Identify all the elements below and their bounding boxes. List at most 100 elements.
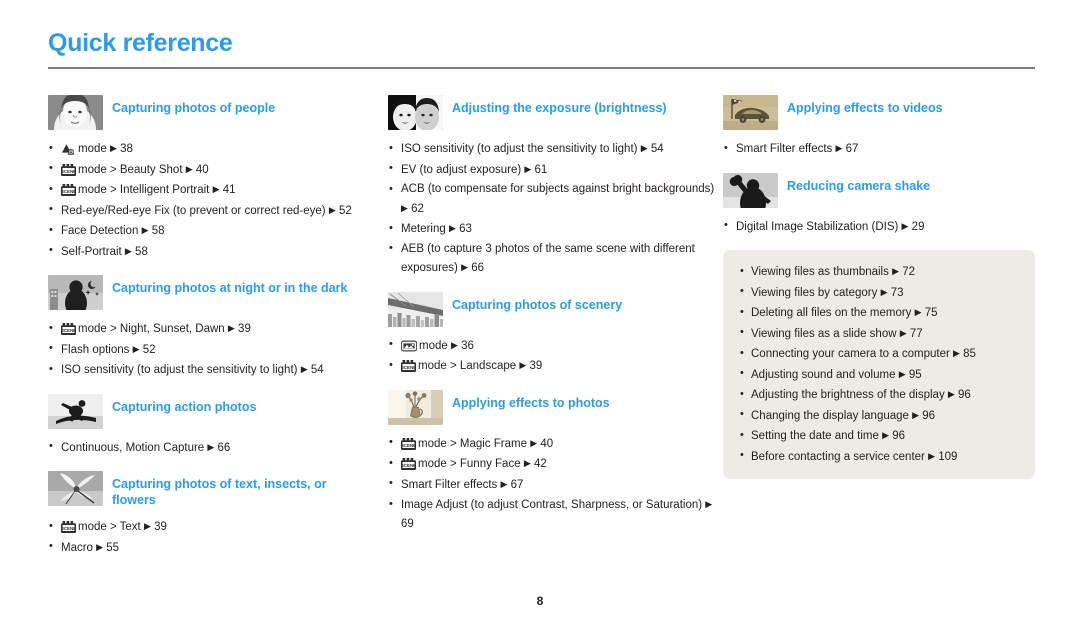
landscape-mode-icon xyxy=(401,340,417,352)
section-title: Capturing photos at night or in the dark xyxy=(112,281,348,295)
list-item: Amode ▶ 38 xyxy=(48,139,388,159)
page-ref-number: 109 xyxy=(938,450,958,463)
list-item-text: mode > Text xyxy=(78,521,141,533)
section-item-list: Amode ▶ 38SCENEmode > Beauty Shot ▶ 40SC… xyxy=(48,139,388,261)
list-item: Viewing files as thumbnails ▶ 72 xyxy=(739,262,1021,283)
list-item: Deleting all files on the memory ▶ 75 xyxy=(739,303,1021,324)
list-item-text: ACB (to compensate for subjects against … xyxy=(401,183,715,195)
page-ref-number: 36 xyxy=(461,339,474,352)
page-ref-arrow-icon: ▶ xyxy=(401,202,408,213)
section-capturing-action-photos: Capturing action photos Continuous, Motio… xyxy=(48,393,388,458)
page-ref-number: 39 xyxy=(238,323,251,335)
page-ref-arrow-icon: ▶ xyxy=(530,437,538,448)
svg-text:SCENE: SCENE xyxy=(401,463,416,468)
section-adjusting-the-exposure-brightness: Adjusting the exposure (brightness) ISO s… xyxy=(388,95,723,278)
svg-text:A: A xyxy=(70,149,73,154)
section-header: Capturing photos at night or in the dark xyxy=(48,275,388,310)
page-ref-arrow-icon: ▶ xyxy=(227,323,235,333)
list-item: Flash options ▶ 52 xyxy=(48,339,388,360)
list-item-text: Face Detection xyxy=(61,225,139,237)
list-item: Macro ▶ 55 xyxy=(48,537,388,558)
page-ref-arrow-icon: ▶ xyxy=(141,225,149,235)
page-ref-arrow-icon: ▶ xyxy=(914,307,922,317)
list-item-text: Red-eye/Red-eye Fix (to prevent or corre… xyxy=(61,204,326,217)
list-item: Digital Image Stabilization (DIS) ▶ 29 xyxy=(723,216,1035,237)
list-item-text: ISO sensitivity (to adjust the sensitivi… xyxy=(401,143,638,155)
page-ref-number: 85 xyxy=(963,348,976,360)
page-ref-number: 61 xyxy=(534,163,548,176)
list-item-text: Connecting your camera to a computer xyxy=(751,348,950,360)
list-item: Setting the date and time ▶ 96 xyxy=(739,426,1021,447)
column-1: Capturing photos of peopleAmode ▶ 38SCEN… xyxy=(48,95,388,571)
section-item-list: ISO sensitivity (to adjust the sensitivi… xyxy=(388,139,723,278)
list-item-text: mode > Night, Sunset, Dawn xyxy=(78,323,225,335)
page-ref-arrow-icon: ▶ xyxy=(640,143,648,153)
list-item: Self-Portrait ▶ 58 xyxy=(48,241,388,262)
page-ref-arrow-icon: ▶ xyxy=(928,450,935,461)
list-item-text: Changing the display language xyxy=(751,409,909,422)
section-header: Applying effects to photos xyxy=(388,389,723,425)
svg-text:SCENE: SCENE xyxy=(61,328,76,333)
page-ref-number: 55 xyxy=(106,541,120,554)
page-ref-number: 40 xyxy=(540,437,554,450)
list-item-text: EV (to adjust exposure) xyxy=(401,163,522,176)
section-capturing-photos-of-text-insects-or-flowers: Capturing photos of text, insects, or fl… xyxy=(48,471,388,557)
list-item-text: AEB (to capture 3 photos of the same sce… xyxy=(401,242,695,275)
section-item-list: Continuous, Motion Capture ▶ 66 xyxy=(48,437,388,458)
section-header: Reducing camera shake xyxy=(723,172,1035,208)
list-item: SCENEmode > Funny Face ▶ 42 xyxy=(388,454,723,474)
section-capturing-photos-of-people: Capturing photos of peopleAmode ▶ 38SCEN… xyxy=(48,95,388,261)
list-item-text: mode > Landscape xyxy=(418,360,517,372)
list-item-text: Image Adjust (to adjust Contrast, Sharpn… xyxy=(401,499,703,511)
list-item: Image Adjust (to adjust Contrast, Sharpn… xyxy=(388,495,723,533)
page-ref-arrow-icon: ▶ xyxy=(523,458,531,468)
general-tips-box: Viewing files as thumbnails ▶ 72 Viewing … xyxy=(723,250,1035,479)
page-ref-number: 95 xyxy=(908,368,922,381)
list-item-text: Adjusting sound and volume xyxy=(751,368,896,381)
list-item-text: mode xyxy=(78,143,107,155)
section-title: Applying effects to photos xyxy=(452,395,610,410)
page-ref-number: 63 xyxy=(459,223,472,235)
list-item: ISO sensitivity (to adjust the sensitivi… xyxy=(48,360,388,380)
flower-macro-thumbnail xyxy=(48,471,103,506)
page-ref-arrow-icon: ▶ xyxy=(300,364,308,374)
page-ref-arrow-icon: ▶ xyxy=(705,499,713,509)
list-item-text: Viewing files by category xyxy=(751,286,878,299)
list-item: Changing the display language ▶ 96 xyxy=(739,405,1021,427)
section-header: Capturing photos of scenery xyxy=(388,291,723,327)
smart-auto-mode-icon: A xyxy=(61,143,76,155)
list-item-text: Digital Image Stabilization (DIS) xyxy=(736,220,899,233)
scene-mode-icon: SCENE xyxy=(401,458,416,470)
list-item: mode ▶ 36 xyxy=(388,335,723,356)
page-ref-arrow-icon: ▶ xyxy=(450,339,458,350)
list-item: SCENEmode > Night, Sunset, Dawn ▶ 39 xyxy=(48,319,388,339)
page-ref-number: 54 xyxy=(650,143,664,155)
scene-mode-icon: SCENE xyxy=(61,184,76,196)
section-header: Adjusting the exposure (brightness) xyxy=(388,95,723,130)
list-item-text: Metering xyxy=(401,223,446,235)
section-title: Capturing photos of scenery xyxy=(452,297,623,312)
page-ref-number: 38 xyxy=(120,143,133,155)
page-ref-number: 69 xyxy=(401,517,414,530)
section-applying-effects-to-photos: Applying effects to photosSCENEmode > Ma… xyxy=(388,389,723,534)
page-ref-arrow-icon: ▶ xyxy=(898,368,906,379)
section-item-list: Digital Image Stabilization (DIS) ▶ 29 xyxy=(723,216,1035,237)
section-item-list: Smart Filter effects ▶ 67 xyxy=(723,139,1035,159)
page-ref-arrow-icon: ▶ xyxy=(212,184,220,194)
page-ref-number: 39 xyxy=(154,521,167,533)
list-item-text: Self-Portrait xyxy=(61,245,122,258)
section-applying-effects-to-videos: Applying effects to videos Smart Filter e… xyxy=(723,95,1035,159)
page-ref-number: 75 xyxy=(924,307,938,319)
column-3: Applying effects to videos Smart Filter e… xyxy=(723,95,1035,479)
svg-text:SCENE: SCENE xyxy=(61,189,76,194)
list-item: SCENEmode > Intelligent Portrait ▶ 41 xyxy=(48,180,388,200)
section-title: Capturing action photos xyxy=(112,399,257,414)
section-header: Capturing photos of people xyxy=(48,95,388,130)
list-item: SCENEmode > Beauty Shot ▶ 40 xyxy=(48,159,388,180)
list-item: Adjusting the brightness of the display … xyxy=(739,385,1021,406)
list-item: ISO sensitivity (to adjust the sensitivi… xyxy=(388,139,723,159)
list-item-text: mode > Intelligent Portrait xyxy=(78,184,210,196)
page-ref-number: 41 xyxy=(222,184,236,196)
page-ref-arrow-icon: ▶ xyxy=(882,430,889,440)
page-ref-arrow-icon: ▶ xyxy=(109,143,117,153)
